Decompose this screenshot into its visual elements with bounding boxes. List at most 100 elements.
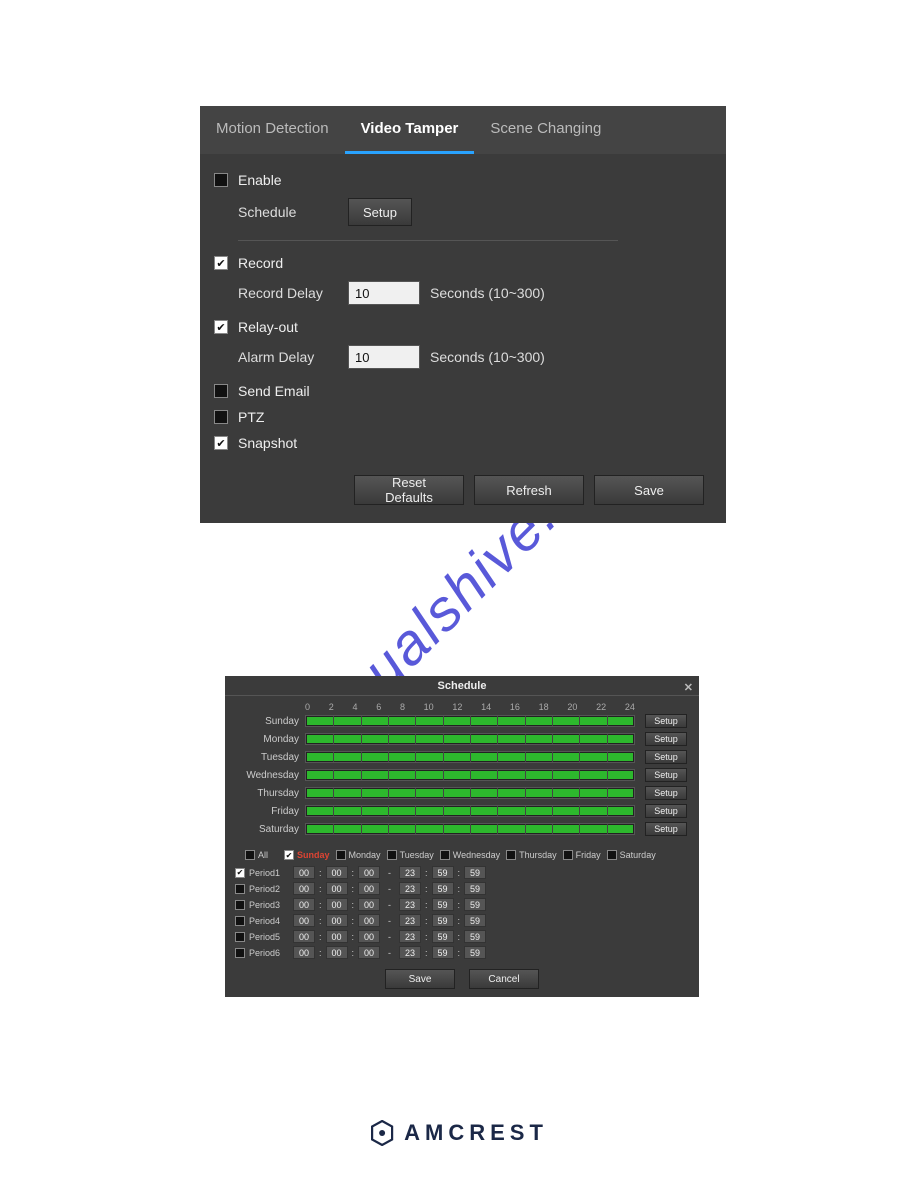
period-checkbox[interactable]: [235, 884, 245, 894]
time-cell[interactable]: 00: [326, 930, 348, 943]
tab-video-tamper[interactable]: Video Tamper: [345, 106, 475, 154]
time-cell[interactable]: 23: [399, 898, 421, 911]
alarm-delay-input[interactable]: [348, 345, 420, 369]
time-cell[interactable]: 00: [293, 898, 315, 911]
time-cell[interactable]: 00: [358, 946, 380, 959]
time-cell[interactable]: 59: [432, 882, 454, 895]
dow-checkbox[interactable]: [563, 850, 573, 860]
day-setup-button[interactable]: Setup: [645, 786, 687, 800]
day-setup-button[interactable]: Setup: [645, 714, 687, 728]
time-cell[interactable]: 59: [464, 914, 486, 927]
schedule-cancel-button[interactable]: Cancel: [469, 969, 539, 989]
day-setup-button[interactable]: Setup: [645, 768, 687, 782]
period-row: Period100:00:00-23:59:59: [235, 866, 699, 879]
time-cell[interactable]: 23: [399, 914, 421, 927]
period-checkbox[interactable]: [235, 900, 245, 910]
time-cell[interactable]: 00: [326, 866, 348, 879]
period-name-label: Period5: [249, 932, 289, 942]
schedule-setup-button[interactable]: Setup: [348, 198, 412, 226]
time-cell[interactable]: 59: [432, 930, 454, 943]
dow-item: Thursday: [506, 850, 557, 860]
all-checkbox[interactable]: [245, 850, 255, 860]
time-cell[interactable]: 59: [432, 866, 454, 879]
time-cell[interactable]: 00: [358, 882, 380, 895]
time-cell[interactable]: 59: [464, 898, 486, 911]
time-cell[interactable]: 00: [326, 914, 348, 927]
time-cell[interactable]: 59: [432, 914, 454, 927]
send-email-label: Send Email: [238, 383, 310, 399]
tab-scene-changing[interactable]: Scene Changing: [474, 106, 617, 154]
time-cell[interactable]: 59: [432, 898, 454, 911]
time-cell[interactable]: 59: [464, 930, 486, 943]
refresh-button[interactable]: Refresh: [474, 475, 584, 505]
time-cell[interactable]: 00: [326, 946, 348, 959]
alarm-delay-label: Alarm Delay: [238, 349, 348, 365]
time-cell[interactable]: 59: [432, 946, 454, 959]
send-email-checkbox[interactable]: [214, 384, 228, 398]
day-setup-button[interactable]: Setup: [645, 822, 687, 836]
dow-checkbox[interactable]: [284, 850, 294, 860]
schedule-bar[interactable]: [305, 733, 635, 745]
time-cell[interactable]: 00: [293, 882, 315, 895]
time-cell[interactable]: 00: [293, 866, 315, 879]
period-checkbox[interactable]: [235, 932, 245, 942]
schedule-bar[interactable]: [305, 751, 635, 763]
ptz-checkbox[interactable]: [214, 410, 228, 424]
hour-tick: 4: [352, 702, 357, 712]
relay-out-checkbox[interactable]: [214, 320, 228, 334]
time-cell[interactable]: 00: [326, 882, 348, 895]
time-cell[interactable]: 00: [293, 946, 315, 959]
dow-checkbox[interactable]: [336, 850, 346, 860]
hour-tick: 10: [424, 702, 434, 712]
dow-checkbox[interactable]: [607, 850, 617, 860]
record-delay-input[interactable]: [348, 281, 420, 305]
schedule-save-button[interactable]: Save: [385, 969, 455, 989]
record-checkbox[interactable]: [214, 256, 228, 270]
day-setup-button[interactable]: Setup: [645, 732, 687, 746]
time-cell[interactable]: 23: [399, 946, 421, 959]
schedule-bar[interactable]: [305, 715, 635, 727]
time-cell[interactable]: 59: [464, 946, 486, 959]
time-cell[interactable]: 23: [399, 866, 421, 879]
enable-checkbox[interactable]: [214, 173, 228, 187]
time-cell[interactable]: 59: [464, 866, 486, 879]
day-name-label: Tuesday: [235, 752, 305, 763]
time-cell[interactable]: 00: [358, 914, 380, 927]
time-cell[interactable]: 00: [358, 898, 380, 911]
period-checkbox[interactable]: [235, 948, 245, 958]
colon: :: [458, 868, 461, 878]
period-checkbox[interactable]: [235, 868, 245, 878]
period-row: Period300:00:00-23:59:59: [235, 898, 699, 911]
time-cell[interactable]: 23: [399, 882, 421, 895]
day-setup-button[interactable]: Setup: [645, 804, 687, 818]
schedule-dialog: Schedule ✕ 024681012141618202224 SundayS…: [225, 676, 699, 997]
time-cell[interactable]: 23: [399, 930, 421, 943]
schedule-bar[interactable]: [305, 805, 635, 817]
colon: :: [425, 884, 428, 894]
save-button[interactable]: Save: [594, 475, 704, 505]
hour-tick: 14: [481, 702, 491, 712]
schedule-bar[interactable]: [305, 787, 635, 799]
day-setup-button[interactable]: Setup: [645, 750, 687, 764]
reset-defaults-button[interactable]: Reset Defaults: [354, 475, 464, 505]
time-cell[interactable]: 00: [326, 898, 348, 911]
dow-checkbox[interactable]: [440, 850, 450, 860]
time-cell[interactable]: 59: [464, 882, 486, 895]
schedule-bar[interactable]: [305, 769, 635, 781]
snapshot-checkbox[interactable]: [214, 436, 228, 450]
dow-checkbox[interactable]: [506, 850, 516, 860]
time-cell[interactable]: 00: [358, 930, 380, 943]
period-name-label: Period6: [249, 948, 289, 958]
schedule-bar[interactable]: [305, 823, 635, 835]
time-cell[interactable]: 00: [358, 866, 380, 879]
time-cell[interactable]: 00: [293, 930, 315, 943]
time-cell[interactable]: 00: [293, 914, 315, 927]
schedule-day-row: MondaySetup: [235, 732, 689, 746]
colon: :: [458, 916, 461, 926]
close-icon[interactable]: ✕: [684, 678, 693, 698]
schedule-day-row: ThursdaySetup: [235, 786, 689, 800]
tab-motion-detection[interactable]: Motion Detection: [200, 106, 345, 154]
colon: :: [319, 868, 322, 878]
period-checkbox[interactable]: [235, 916, 245, 926]
dow-checkbox[interactable]: [387, 850, 397, 860]
